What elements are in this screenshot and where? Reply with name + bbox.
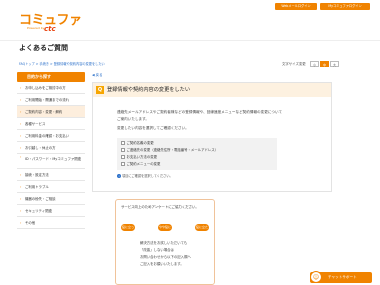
chat-support-label: チャットサポート (328, 275, 357, 279)
rating-somewhat-helpful-button[interactable]: やや役に立った (158, 224, 172, 236)
sidebar-item-label: その他 (25, 221, 36, 225)
rating-helpful-button[interactable]: 役に立った (121, 224, 135, 236)
question-title: 登録情報や契約内容の変更をしたい (107, 87, 191, 93)
choice-list: ご契約名義の変更 ご連絡先の変更（連絡先住所・電話番号・メールアドレス） お支払… (117, 138, 277, 170)
sidebar-heading: 目的から探す (17, 72, 85, 82)
sidebar-item[interactable]: › ID・パスワード・Myコミュファ関連 (17, 154, 85, 169)
answer-text-line: 変更したい内容を選択してご確認ください。 (117, 126, 189, 130)
back-link[interactable]: ◀ 戻る (92, 73, 102, 77)
checkbox-icon[interactable] (121, 141, 125, 145)
choice-option[interactable]: ご契約名義の変更 (121, 141, 154, 145)
webmail-login-button[interactable]: Webメールログイン (275, 3, 317, 10)
info-icon: i (117, 174, 121, 178)
chevron-right-icon: › (20, 173, 22, 177)
sidebar-item[interactable]: › ご契約内容・変更・解約 (17, 106, 85, 118)
sidebar-item[interactable]: › ご利用トラブル (17, 181, 85, 193)
note-text: 項目にご確認を選択してください。 (122, 174, 173, 178)
choice-option[interactable]: お支払い方法の変更 (121, 155, 157, 159)
answer-text-line: 連絡先メールアドレスやご契約者様などの登録情報や、回線速度メニューなど契約情報の… (117, 110, 283, 114)
rating-not-helpful-button[interactable]: 役に立たなかった (195, 224, 209, 236)
font-size-large-button[interactable]: 大 (330, 61, 339, 67)
note: i 項目にご確認を選択してください。 (117, 174, 173, 179)
chevron-right-icon: › (20, 197, 22, 201)
font-size-medium-button[interactable]: 中 (320, 61, 329, 67)
survey-text-line: 解決方法をお試しいただいても (140, 241, 188, 245)
my-comufa-login-button[interactable]: Myコミュファログイン (320, 3, 370, 10)
answer-text-line: ご案内いたします。 (117, 117, 149, 121)
choice-label: ご契約名義の変更 (126, 141, 154, 145)
sidebar-item[interactable]: › その他 (17, 217, 85, 229)
header-divider (0, 40, 380, 41)
survey-title: サービス向上のためアンケートにご協力ください。 (121, 205, 199, 209)
sidebar-item-label: ご契約内容・変更・解約 (25, 110, 63, 114)
chevron-right-icon: › (20, 98, 22, 102)
choice-option[interactable]: ご契約メニューの変更 (121, 162, 160, 166)
sidebar-item[interactable]: › お申し込みをご検討中の方 (17, 82, 85, 94)
sidebar-item-label: お申し込みをご検討中の方 (25, 86, 66, 90)
breadcrumb[interactable]: FAQトップ > 手続き > 登録情報や契約内容の変更をしたい (19, 62, 105, 67)
sidebar-item[interactable]: › 各種サービス (17, 118, 85, 130)
sidebar-item-label: ご利用料金の確認・お支払い (25, 134, 70, 138)
sidebar-item[interactable]: › 接続・設定方法 (17, 169, 85, 181)
choice-label: ご契約メニューの変更 (126, 162, 161, 166)
choice-label: お支払い方法の変更 (126, 155, 158, 159)
font-size-small-button[interactable]: 小 (310, 61, 319, 67)
chat-icon[interactable]: ☺ (310, 271, 322, 283)
chevron-right-icon: › (20, 134, 22, 138)
question-badge: Q (96, 86, 104, 94)
page-title: よくあるご質問 (19, 44, 68, 52)
chevron-right-icon: › (20, 155, 22, 159)
sidebar-item-label: セキュリティ関連 (25, 209, 52, 213)
sidebar-item-label: お引越し・休止の方 (25, 146, 56, 150)
sidebar-item[interactable]: › セキュリティ関連 (17, 205, 85, 217)
sidebar: 目的から探す › お申し込みをご検討中の方 › ご利用開始・開通までの流れ › ご契約… (17, 72, 85, 229)
checkbox-icon[interactable] (121, 155, 125, 159)
sidebar-item-label: 機器の紛失・ご相談 (25, 197, 56, 201)
checkbox-icon[interactable] (121, 162, 125, 166)
choice-option[interactable]: ご連絡先の変更（連絡先住所・電話番号・メールアドレス） (121, 148, 218, 152)
font-size-label: 文字サイズ変更 (282, 62, 306, 66)
sidebar-item[interactable]: › ご利用開始・開通までの流れ (17, 94, 85, 106)
survey-text-line: 「改善」しない場合は (140, 248, 174, 252)
chevron-right-icon: › (20, 209, 22, 213)
sidebar-item-label: 接続・設定方法 (25, 173, 49, 177)
checkbox-icon[interactable] (121, 148, 125, 152)
logo-ctc: ctc (44, 25, 56, 33)
sidebar-item-label: ご利用トラブル (25, 185, 49, 189)
chevron-right-icon: › (20, 185, 22, 189)
survey-text-line: お問い合わせから以下の記入欄へ (140, 255, 191, 259)
sidebar-item[interactable]: › 機器の紛失・ご相談 (17, 193, 85, 205)
sidebar-item-label: ご利用開始・開通までの流れ (25, 98, 70, 102)
sidebar-item-label: 各種サービス (25, 122, 46, 126)
chevron-right-icon: › (20, 110, 22, 114)
chevron-right-icon: › (20, 122, 22, 126)
sidebar-item[interactable]: › お引越し・休止の方 (17, 142, 85, 154)
sidebar-item-label: ID・パスワード・Myコミュファ関連 (25, 157, 82, 161)
chevron-right-icon: › (20, 221, 22, 225)
survey-text-line: ご記入をお願いいたします。 (140, 262, 184, 266)
chevron-right-icon: › (20, 86, 22, 90)
logo-powered-by: Powered by (27, 26, 45, 30)
sidebar-item[interactable]: › ご利用料金の確認・お支払い (17, 130, 85, 142)
chevron-right-icon: › (20, 146, 22, 150)
choice-label: ご連絡先の変更（連絡先住所・電話番号・メールアドレス） (126, 148, 219, 152)
